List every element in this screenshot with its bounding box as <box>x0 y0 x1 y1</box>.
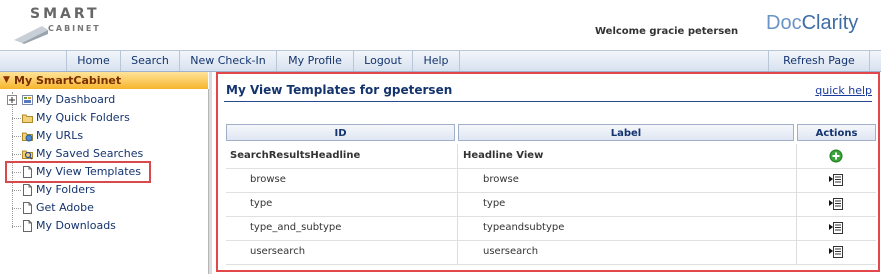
column-header-id[interactable]: ID <box>226 124 455 141</box>
sidebar-item-label: Get Adobe <box>36 201 94 214</box>
cell-divider <box>796 168 797 192</box>
tree-branch <box>12 226 21 227</box>
nav-logout[interactable]: Logout <box>353 51 412 71</box>
nav-my-profile[interactable]: My Profile <box>276 51 353 71</box>
cell-divider <box>457 192 458 216</box>
view-list-icon[interactable] <box>829 221 843 235</box>
docclarity-logo: DocClarity <box>766 12 858 35</box>
tree-branch <box>12 136 21 137</box>
cell-id: SearchResultsHeadline <box>230 150 361 161</box>
sidebar-item-get-adobe[interactable]: Get Adobe <box>0 200 200 216</box>
tree-branch <box>12 208 21 209</box>
cell-divider <box>796 144 797 168</box>
title-divider <box>224 101 872 102</box>
table-row: SearchResultsHeadline Headline View <box>226 144 876 169</box>
logo-mark-icon <box>14 26 48 44</box>
table-row: browse browse <box>226 168 876 193</box>
sidebar-item-label: My Saved Searches <box>36 147 144 160</box>
cell-divider <box>796 192 797 216</box>
cell-id: browse <box>250 174 286 185</box>
welcome-text: Welcome gracie petersen <box>595 26 739 37</box>
view-list-icon[interactable] <box>829 245 843 259</box>
url-icon <box>22 132 33 142</box>
cell-divider <box>796 240 797 264</box>
smartcabinet-logo[interactable]: SMART CABINET <box>12 4 107 48</box>
tree-branch <box>12 154 21 155</box>
table-row: usersearch usersearch <box>226 240 876 265</box>
column-header-actions: Actions <box>797 124 876 141</box>
highlight-box-sidebar <box>5 161 151 183</box>
sidebar-item-my-folders[interactable]: My Folders <box>0 182 200 198</box>
sidebar-item-label: My Folders <box>36 183 96 196</box>
top-navigation-bar: Home Search New Check-In My Profile Logo… <box>0 50 881 72</box>
cell-label: typeandsubtype <box>483 222 565 233</box>
cell-id: usersearch <box>250 246 306 257</box>
cell-label: browse <box>483 174 519 185</box>
logo-text-smart: SMART <box>30 6 100 22</box>
view-list-icon[interactable] <box>829 173 843 187</box>
logo-text-cabinet: CABINET <box>48 24 101 33</box>
nav-new-check-in[interactable]: New Check-In <box>179 51 276 71</box>
expand-plus-icon[interactable] <box>7 95 17 105</box>
cell-id: type <box>250 198 273 209</box>
folder-icon <box>22 114 33 123</box>
sidebar-item-label: My Quick Folders <box>36 111 130 124</box>
document-icon <box>23 202 32 214</box>
page-title: My View Templates for gpetersen <box>226 83 453 97</box>
refresh-page-button[interactable]: Refresh Page <box>768 51 870 71</box>
dashboard-icon <box>22 95 33 105</box>
cell-divider <box>457 144 458 168</box>
nav-help[interactable]: Help <box>412 51 460 71</box>
sidebar-item-label: My URLs <box>36 129 84 142</box>
document-icon <box>23 184 32 196</box>
tree-branch <box>12 190 21 191</box>
pane-divider[interactable] <box>209 72 212 274</box>
column-header-label[interactable]: Label <box>458 124 794 141</box>
table-row: type_and_subtype typeandsubtype <box>226 216 876 241</box>
cell-label: Headline View <box>463 150 544 161</box>
brand-text-clarity: Clarity <box>801 12 859 34</box>
add-icon[interactable] <box>829 149 843 163</box>
sidebar-item-my-downloads[interactable]: My Downloads <box>0 218 200 234</box>
sidebar-title: My SmartCabinet <box>14 74 122 87</box>
sidebar-item-label: My Dashboard <box>36 93 116 106</box>
sidebar-item-label: My Downloads <box>36 219 116 232</box>
cell-divider <box>457 240 458 264</box>
nav-search[interactable]: Search <box>120 51 179 71</box>
collapse-arrow-icon[interactable]: ▼ <box>3 72 10 89</box>
nav-home[interactable]: Home <box>66 51 120 71</box>
view-templates-panel: My View Templates for gpetersen quick he… <box>216 72 880 272</box>
cell-label: type <box>483 198 506 209</box>
table-row: type type <box>226 192 876 217</box>
saved-search-icon <box>22 150 33 160</box>
app-header: SMART CABINET Welcome gracie petersen Do… <box>0 0 881 50</box>
sidebar-item-my-quick-folders[interactable]: My Quick Folders <box>0 110 200 126</box>
sidebar-header[interactable]: ▼ My SmartCabinet <box>0 72 208 90</box>
sidebar-item-my-saved-searches[interactable]: My Saved Searches <box>0 146 200 162</box>
cell-label: usersearch <box>483 246 539 257</box>
cell-divider <box>457 216 458 240</box>
view-list-icon[interactable] <box>829 197 843 211</box>
sidebar-item-my-dashboard[interactable]: My Dashboard <box>0 92 200 108</box>
document-icon <box>23 220 32 232</box>
cell-id: type_and_subtype <box>250 222 342 233</box>
sidebar-item-my-urls[interactable]: My URLs <box>0 128 200 144</box>
cell-divider <box>457 168 458 192</box>
brand-text-doc: Doc <box>766 12 802 34</box>
quick-help-link[interactable]: quick help <box>815 84 872 97</box>
cell-divider <box>796 216 797 240</box>
tree-branch <box>12 118 21 119</box>
